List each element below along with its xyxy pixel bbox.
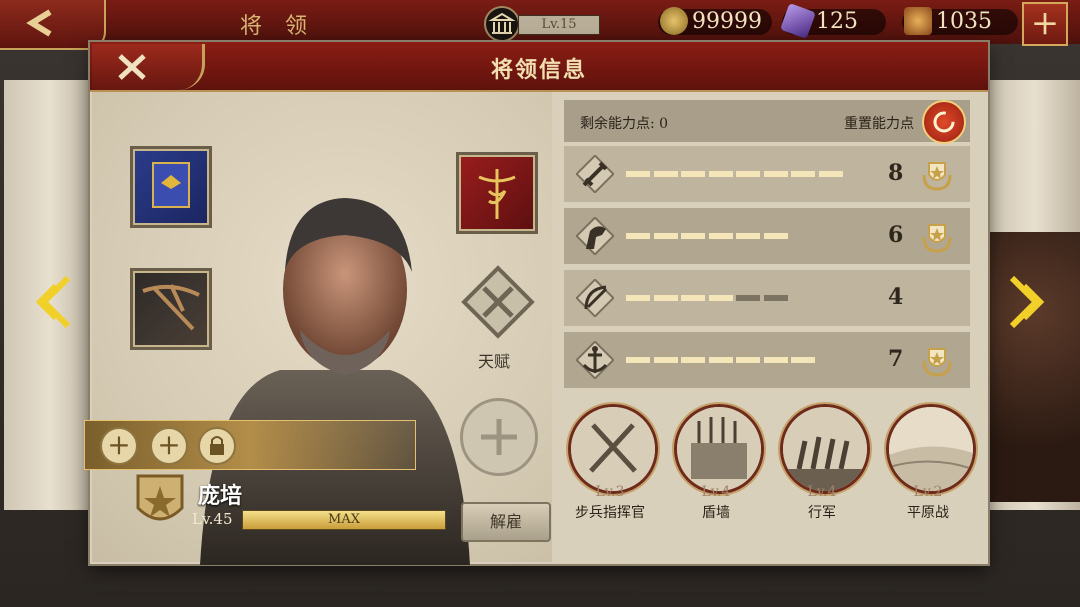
attribute-bar-segment (736, 357, 760, 363)
talent-icon[interactable] (458, 262, 538, 342)
add-slot-button-1[interactable]: + (100, 427, 138, 465)
close-icon (118, 54, 146, 80)
back-arrow-icon (26, 9, 52, 37)
attribute-value: 7 (888, 346, 904, 372)
coin-icon (660, 7, 688, 35)
plus-icon (481, 419, 517, 455)
laurel-medal-icon (918, 217, 956, 255)
locked-slot-button[interactable] (198, 427, 236, 465)
attribute-bar-segment (791, 171, 815, 177)
caduceus-icon (478, 169, 516, 219)
attribute-bar-segment (681, 295, 705, 301)
reset-points-label: 重置能力点 (844, 116, 914, 132)
gold-value: 99999 (692, 9, 762, 34)
gold-counter: 99999 (658, 7, 772, 35)
skill-level: Lv.4 (701, 484, 731, 500)
attribute-bar-segment (626, 295, 650, 301)
dismiss-button[interactable]: 解雇 (461, 502, 551, 542)
laurel-medal-icon (918, 155, 956, 193)
screen-title: 将 领 (240, 14, 315, 39)
sword-icon (575, 154, 615, 194)
attribute-bar-segment (736, 171, 760, 177)
castle-level: Lv.15 (518, 15, 600, 35)
attribute-bar-segment (736, 295, 760, 301)
rank-shield-icon (136, 474, 184, 521)
spqr-value: 1035 (936, 9, 992, 34)
attribute-bar-segment (626, 233, 650, 239)
laurel-medal-icon (918, 341, 956, 379)
refresh-icon (933, 111, 955, 133)
attribute-bar-segment (708, 357, 733, 363)
attribute-bar-segment (763, 357, 788, 363)
attribute-bar-segment (791, 357, 815, 363)
spqr-counter: 1035 (902, 7, 1018, 35)
castle-icon (484, 6, 520, 42)
panel-header: 将领信息 (90, 42, 988, 92)
attribute-bar-segment (681, 357, 705, 363)
attribute-bar-segment (653, 357, 678, 363)
attribute-bar-segment (681, 233, 705, 239)
attribute-bar-segment (708, 171, 733, 177)
attribute-bar-segment (653, 295, 678, 301)
skill-name: 盾墙 (702, 505, 730, 521)
previous-hero-arrow-icon[interactable] (34, 272, 74, 332)
remaining-points-label: 剩余能力点: (580, 116, 655, 132)
next-hero-arrow-icon[interactable] (1006, 272, 1046, 332)
plains-icon[interactable] (886, 404, 976, 494)
attribute-value: 6 (888, 222, 904, 248)
skill-name: 行军 (808, 505, 836, 521)
anchor-icon (575, 340, 615, 380)
attribute-bar-segment (763, 171, 788, 177)
attribute-bar-segment (626, 171, 650, 177)
attribute-value: 8 (888, 160, 904, 186)
hero-name: 庞培 (198, 483, 243, 509)
march-icon[interactable] (780, 404, 870, 494)
attribute-bar-segment (818, 171, 843, 177)
attribute-bar-segment (653, 171, 678, 177)
banner-icon (152, 162, 190, 208)
hero-exp-bar: MAX (242, 510, 446, 530)
attribute-bar-segment (681, 171, 705, 177)
hero-level: Lv.45 (192, 510, 233, 528)
attribute-bar-segment (708, 233, 733, 239)
skill-level: Lv.4 (807, 484, 837, 500)
attribute-value: 4 (888, 284, 904, 310)
crossed-swords-icon[interactable] (568, 404, 658, 494)
add-slot-button-2[interactable]: + (150, 427, 188, 465)
talent-label: 天赋 (478, 352, 511, 371)
gem-counter: 125 (780, 3, 886, 39)
horse-icon (575, 216, 615, 256)
skill-level: Lv.2 (913, 484, 943, 500)
attribute-bar-segment (626, 357, 650, 363)
remaining-points: 剩余能力点: 0 (580, 113, 668, 133)
bow-icon (575, 278, 615, 318)
add-resource-button[interactable]: + (1022, 2, 1068, 46)
gem-value: 125 (816, 9, 858, 34)
attribute-bar-segment (708, 295, 733, 301)
shield-wall-icon[interactable] (674, 404, 764, 494)
lock-icon (210, 436, 224, 455)
crossbow-icon (142, 284, 200, 331)
attribute-bar-segment (763, 233, 788, 239)
panel-title: 将领信息 (490, 57, 587, 83)
add-equipment-slot[interactable] (460, 398, 538, 476)
reset-points-button[interactable] (922, 100, 966, 144)
skill-name: 步兵指挥官 (575, 505, 645, 521)
skill-level: Lv.3 (595, 484, 625, 500)
attribute-bar-segment (763, 295, 788, 301)
attribute-bar-segment (736, 233, 760, 239)
skill-name: 平原战 (907, 505, 949, 521)
spqr-icon (904, 7, 932, 35)
close-button[interactable] (92, 44, 205, 90)
remaining-points-value: 0 (659, 116, 669, 132)
attribute-bar-segment (653, 233, 678, 239)
